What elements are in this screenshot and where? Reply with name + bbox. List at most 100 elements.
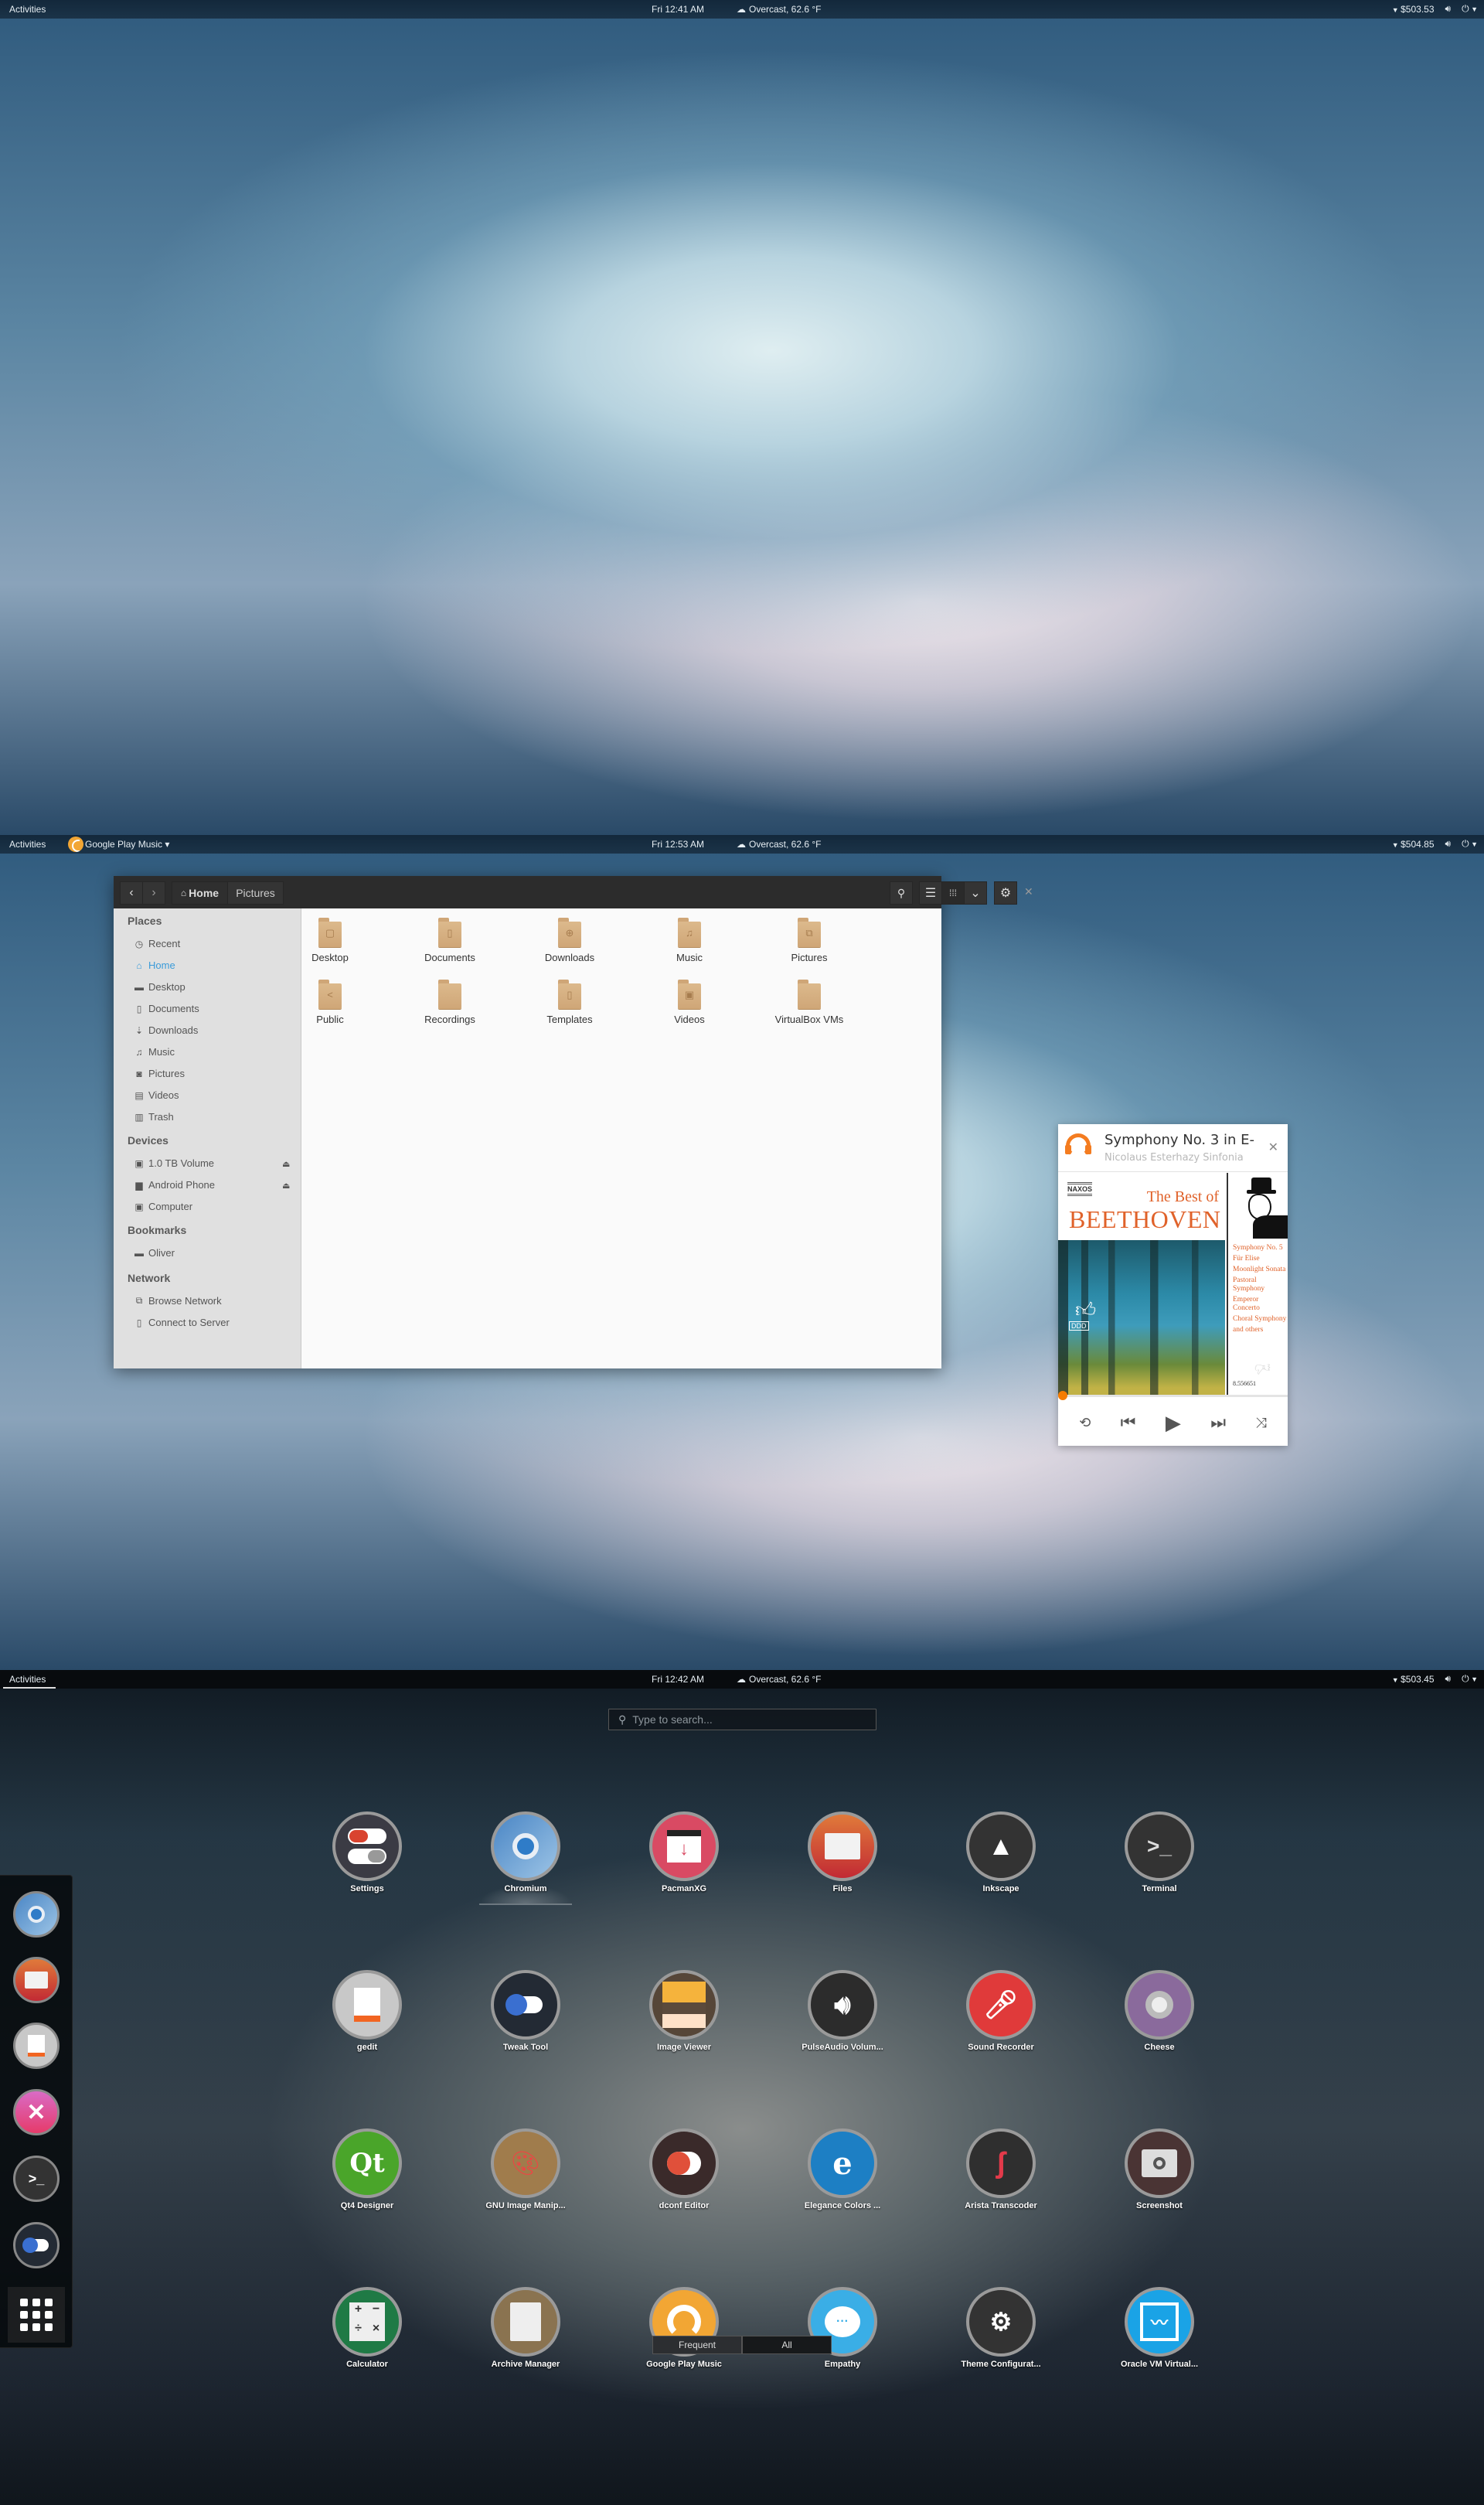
weather-indicator[interactable]: ☁ Overcast, 62.6 °F [737,839,822,850]
progress-track[interactable] [1058,1395,1288,1397]
app-gedit[interactable]: gedit [305,1970,429,2052]
app-sound-recorder[interactable]: 🎤︎ Sound Recorder [939,1970,1063,2052]
activities-button[interactable]: Activities [9,4,46,15]
sidebar-item-music[interactable]: ♫ Music [134,1046,175,1058]
sidebar-item-trash[interactable]: ▥ Trash [134,1111,173,1123]
stock-indicator[interactable]: ▼ $503.45 [1392,1674,1435,1685]
sidebar-item-home[interactable]: ⌂ Home [134,959,175,971]
folder-documents[interactable]: ▯ Documents [403,918,496,963]
frequent-tab[interactable]: Frequent [652,2336,742,2354]
sidebar-item-documents[interactable]: ▯ Documents [134,1003,199,1014]
app-arista-transcoder[interactable]: ʃ Arista Transcoder [939,2128,1063,2210]
app-screenshot[interactable]: Screenshot [1098,2128,1221,2210]
app-oracle-vm-virtual[interactable]: 〰 Oracle VM Virtual... [1098,2287,1221,2369]
dash-item-files[interactable] [13,1957,60,2003]
app-qt4-designer[interactable]: Qt Qt4 Designer [305,2128,429,2210]
close-button[interactable]: ✕ [1024,885,1033,898]
activities-button[interactable]: Activities [9,839,46,850]
view-options-button[interactable]: ⌄ [964,881,987,905]
app-gnu-image-manip[interactable]: 🎨︎ GNU Image Manip... [464,2128,587,2210]
dash-item-chromium[interactable] [13,1891,60,1938]
dash-item-tweak-tool[interactable] [13,2222,60,2268]
app-cheese[interactable]: Cheese [1098,1970,1221,2052]
app-theme-configurat[interactable]: ⚙ Theme Configurat... [939,2287,1063,2369]
dash-item-terminal[interactable]: >_ [13,2156,60,2202]
app-pulseaudio-volum[interactable]: 🔊︎ PulseAudio Volum... [781,1970,904,2052]
sidebar-item-recent[interactable]: ◷ Recent [134,938,180,949]
app-pacmanxg[interactable]: ↓ PacmanXG [622,1811,746,1893]
progress-handle[interactable] [1058,1391,1067,1400]
sidebar-item-oliver[interactable]: ▬ Oliver [134,1247,175,1259]
next-icon[interactable]: ⏭ [1210,1413,1226,1433]
app-chromium[interactable]: Chromium [464,1811,587,1905]
eject-icon[interactable]: ⏏ [282,1159,290,1169]
search-button[interactable]: ⚲ [890,881,913,905]
app-inkscape[interactable]: ▲ Inkscape [939,1811,1063,1893]
sidebar-item-desktop[interactable]: ▬ Desktop [134,981,186,993]
sidebar-item-downloads[interactable]: ⇣ Downloads [134,1024,198,1036]
folder-desktop[interactable]: ▢ Desktop [284,918,376,963]
app-elegance-colors[interactable]: e Elegance Colors ... [781,2128,904,2210]
app-terminal[interactable]: >_ Terminal [1098,1811,1221,1893]
search-box[interactable]: ⚲ [608,1709,876,1730]
clock[interactable]: Fri 12:42 AM [652,1674,704,1685]
power-menu[interactable]: ⏻ ▼ [1462,1673,1478,1685]
folder-videos[interactable]: ▣ Videos [643,980,736,1025]
folder-public[interactable]: < Public [284,980,376,1025]
folder-templates[interactable]: ▯ Templates [523,980,616,1025]
path-pictures-button[interactable]: Pictures [227,881,284,905]
activities-button[interactable]: Activities [9,1674,46,1685]
shuffle-icon[interactable]: ⤨ [1255,1415,1266,1431]
weather-indicator[interactable]: ☁ Overcast, 62.6 °F [737,1674,822,1685]
eject-icon[interactable]: ⏏ [282,1181,290,1191]
power-menu[interactable]: ⏻ ▼ [1462,838,1478,850]
previous-icon[interactable]: ⏮ [1121,1413,1136,1433]
back-button[interactable]: ‹ [120,881,143,905]
all-tab[interactable]: All [742,2336,832,2354]
settings-button[interactable]: ⚙ [994,881,1017,905]
search-input[interactable] [632,1713,857,1726]
list-view-button[interactable]: ☰ [919,881,942,905]
grid-view-button[interactable]: ⁞⁞⁞ [941,881,965,905]
volume-icon[interactable]: 🔊︎ [1445,3,1452,15]
clock[interactable]: Fri 12:41 AM [652,4,704,15]
volume-icon[interactable]: 🔊︎ [1445,1673,1452,1685]
sidebar-item-android-phone[interactable]: ▆ Android Phone [134,1179,215,1191]
app-dconf-editor[interactable]: dconf Editor [622,2128,746,2210]
folder-virtualbox-vms[interactable]: VirtualBox VMs [763,980,856,1025]
close-icon[interactable]: ✕ [1268,1140,1278,1155]
sidebar-item-videos[interactable]: ▤ Videos [134,1089,179,1101]
stock-indicator[interactable]: ▼ $503.53 [1392,4,1435,15]
thumbs-up-icon[interactable]: 👍︎ [1075,1298,1096,1322]
sidebar-item-browse-network[interactable]: ⧉ Browse Network [134,1295,222,1307]
app-google-play-music[interactable]: Google Play Music [622,2287,746,2369]
show-applications-button[interactable] [8,2287,65,2343]
dash-item-pink-app[interactable]: ✕ [13,2089,60,2135]
app-menu[interactable]: Google Play Music ▾ [68,837,169,852]
power-menu[interactable]: ⏻ ▼ [1462,3,1478,15]
stock-indicator[interactable]: ▼ $504.85 [1392,839,1435,850]
weather-indicator[interactable]: ☁ Overcast, 62.6 °F [737,4,822,15]
folder-music[interactable]: ♫ Music [643,918,736,963]
app-tweak-tool[interactable]: Tweak Tool [464,1970,587,2052]
folder-pictures[interactable]: ⧉ Pictures [763,918,856,963]
clock[interactable]: Fri 12:53 AM [652,839,704,850]
app-calculator[interactable]: + − ÷ × Calculator [305,2287,429,2369]
app-image-viewer[interactable]: Image Viewer [622,1970,746,2052]
play-icon[interactable]: ▶ [1166,1411,1181,1435]
folder-downloads[interactable]: ⊕ Downloads [523,918,616,963]
app-empathy[interactable]: ··· Empathy [781,2287,904,2369]
sidebar-item-volume[interactable]: ▣ 1.0 TB Volume [134,1157,214,1169]
thumbs-down-icon[interactable]: 👍︎ [1254,1358,1271,1377]
sidebar-item-computer[interactable]: ▣ Computer [134,1201,192,1212]
repeat-icon[interactable]: ⟲ [1079,1415,1091,1431]
path-home-button[interactable]: ⌂ Home [172,881,228,905]
volume-icon[interactable]: 🔊︎ [1445,838,1452,850]
sidebar-item-connect-server[interactable]: ▯ Connect to Server [134,1317,230,1328]
app-archive-manager[interactable]: Archive Manager [464,2287,587,2369]
app-settings[interactable]: Settings [305,1811,429,1893]
app-files[interactable]: Files [781,1811,904,1893]
dash-item-gedit[interactable] [13,2023,60,2069]
sidebar-item-pictures[interactable]: ◙ Pictures [134,1068,185,1079]
folder-recordings[interactable]: Recordings [403,980,496,1025]
